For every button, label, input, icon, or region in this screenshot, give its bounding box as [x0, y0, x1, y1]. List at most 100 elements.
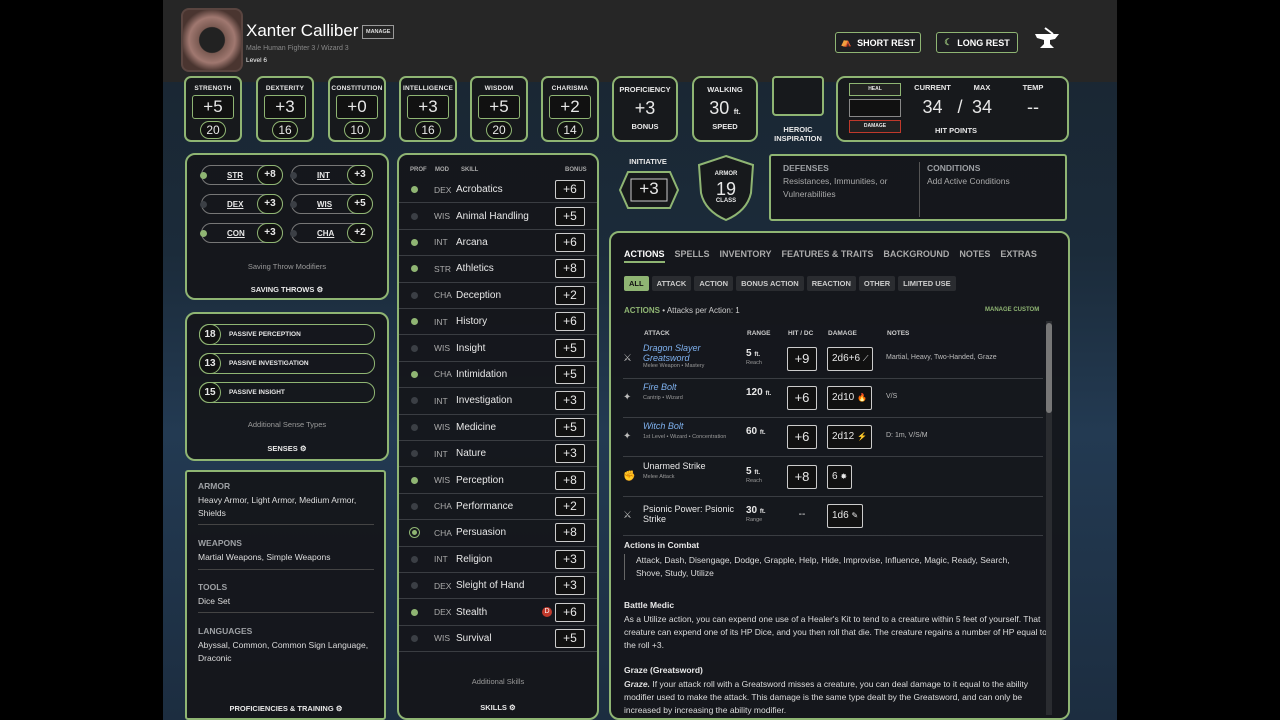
skill-history[interactable]: INT History +6: [399, 309, 597, 336]
skill-sleight-of-hand[interactable]: DEX Sleight of Hand +3: [399, 573, 597, 600]
skill-persuasion[interactable]: CHA Persuasion +8: [399, 520, 597, 547]
ability-constitution[interactable]: CONSTITUTION +0 10: [328, 76, 386, 142]
ability-dexterity[interactable]: DEXTERITY +3 16: [256, 76, 314, 142]
scrollbar[interactable]: [1046, 321, 1052, 715]
tab-extras[interactable]: EXTRAS: [1000, 249, 1037, 259]
proficiency-dot: [411, 212, 418, 220]
damage-button[interactable]: 2d12 ⚡: [827, 425, 872, 450]
hp-temp[interactable]: --: [1013, 97, 1053, 118]
defenses-text[interactable]: Resistances, Immunities, or Vulnerabilit…: [783, 175, 908, 201]
gear-icon[interactable]: ⚙: [316, 285, 323, 294]
long-rest-button[interactable]: ☾ LONG REST: [936, 32, 1018, 53]
damage-button[interactable]: 2d10 🔥: [827, 386, 872, 411]
proficiency-dot: [290, 200, 297, 208]
skill-intimidation[interactable]: CHA Intimidation +5: [399, 362, 597, 389]
sense-item[interactable]: 13 PASSIVE INVESTIGATION: [199, 353, 375, 374]
save-con[interactable]: CON +3: [200, 223, 283, 243]
attack-name[interactable]: Witch Bolt: [643, 421, 743, 431]
attack-name[interactable]: Psionic Power: Psionic Strike: [643, 504, 743, 524]
to-hit-button[interactable]: +9: [787, 347, 817, 371]
senses-title[interactable]: SENSES ⚙: [187, 444, 387, 453]
skill-perception[interactable]: WIS Perception +8: [399, 467, 597, 494]
anvil-icon[interactable]: [1031, 26, 1063, 54]
tab-actions[interactable]: ACTIONS: [624, 249, 665, 263]
tab-background[interactable]: BACKGROUND: [883, 249, 949, 259]
manage-button[interactable]: MANAGE: [362, 25, 395, 39]
attack-row[interactable]: ✦ Witch Bolt 1st Level • Wizard • Concen…: [623, 418, 1043, 458]
skill-deception[interactable]: CHA Deception +2: [399, 283, 597, 309]
ability-wisdom[interactable]: WISDOM +5 20: [470, 76, 528, 142]
save-str[interactable]: STR +8: [200, 165, 283, 185]
avatar[interactable]: [181, 8, 243, 72]
ability-charisma[interactable]: CHARISMA +2 14: [541, 76, 599, 142]
to-hit-button[interactable]: +6: [787, 386, 817, 411]
sense-item[interactable]: 15 PASSIVE INSIGHT: [199, 382, 375, 403]
gear-icon[interactable]: ⚙: [509, 703, 516, 712]
damage-button[interactable]: 1d6 ✎: [827, 503, 864, 528]
short-rest-button[interactable]: ⛺ SHORT REST: [835, 32, 921, 53]
attack-name[interactable]: Unarmed Strike: [643, 461, 743, 471]
attack-row[interactable]: ✊ Unarmed Strike Melee Attack 5 ft. Reac…: [623, 458, 1043, 497]
hp-current: 34: [922, 97, 943, 117]
tab-features-traits[interactable]: FEATURES & TRAITS: [782, 249, 874, 259]
tab-notes[interactable]: NOTES: [959, 249, 990, 259]
hp-change-input[interactable]: [849, 99, 901, 117]
filter-limited-use[interactable]: LIMITED USE: [898, 276, 956, 291]
skill-nature[interactable]: INT Nature +3: [399, 441, 597, 468]
skill-survival[interactable]: WIS Survival +5: [399, 626, 597, 653]
to-hit-button[interactable]: +8: [787, 464, 817, 489]
to-hit-button[interactable]: +6: [787, 425, 817, 450]
fist-icon: ✊: [623, 470, 636, 482]
skill-stealth[interactable]: DEX Stealth D +6: [399, 599, 597, 626]
proficiency-dot: [411, 502, 418, 510]
attack-row[interactable]: ✦ Fire Bolt Cantrip • Wizard 120 ft. +6 …: [623, 379, 1043, 419]
skill-animal-handling[interactable]: WIS Animal Handling +5: [399, 203, 597, 230]
save-wis[interactable]: WIS +5: [290, 194, 373, 214]
filter-reaction[interactable]: REACTION: [806, 276, 856, 291]
gear-icon[interactable]: ⚙: [300, 444, 307, 453]
proficiency-dot: [411, 186, 418, 194]
damage-button[interactable]: 6 ✸: [827, 464, 853, 489]
damage-button[interactable]: DAMAGE: [849, 120, 901, 133]
save-int[interactable]: INT +3: [290, 165, 373, 185]
attack-name[interactable]: Fire Bolt: [643, 382, 743, 392]
skill-investigation[interactable]: INT Investigation +3: [399, 388, 597, 415]
proficiency-dot: [200, 171, 207, 179]
sense-item[interactable]: 18 PASSIVE PERCEPTION: [199, 324, 375, 345]
filter-bonus-action[interactable]: BONUS ACTION: [736, 276, 804, 291]
skill-acrobatics[interactable]: DEX Acrobatics +6: [399, 177, 597, 204]
conditions-text[interactable]: Add Active Conditions: [927, 175, 1010, 188]
heroic-inspiration-toggle[interactable]: [772, 76, 824, 116]
skill-medicine[interactable]: WIS Medicine +5: [399, 415, 597, 441]
gear-icon[interactable]: ⚙: [336, 704, 343, 713]
tab-spells[interactable]: SPELLS: [675, 249, 710, 259]
filter-action[interactable]: ACTION: [694, 276, 734, 291]
proficiencies-title[interactable]: PROFICIENCIES & TRAINING ⚙: [187, 704, 385, 713]
scrollbar-thumb[interactable]: [1046, 323, 1052, 413]
manage-custom-link[interactable]: MANAGE CUSTOM: [985, 307, 1039, 313]
save-cha[interactable]: CHA +2: [290, 223, 373, 243]
attack-row[interactable]: ⚔ Psionic Power: Psionic Strike 30 ft. R…: [623, 497, 1043, 536]
attack-name[interactable]: Dragon Slayer Greatsword: [643, 343, 743, 363]
filter-all[interactable]: ALL: [624, 276, 649, 291]
initiative-box[interactable]: +3: [618, 170, 680, 210]
graze-title: Graze (Greatsword): [624, 665, 703, 675]
skill-arcana[interactable]: INT Arcana +6: [399, 230, 597, 257]
filter-other[interactable]: OTHER: [858, 276, 896, 291]
skill-performance[interactable]: CHA Performance +2: [399, 494, 597, 521]
skill-insight[interactable]: WIS Insight +5: [399, 335, 597, 362]
ability-strength[interactable]: STRENGTH +5 20: [184, 76, 242, 142]
saving-throws-title[interactable]: SAVING THROWS ⚙: [187, 285, 387, 294]
heal-button[interactable]: HEAL: [849, 83, 901, 96]
skills-title[interactable]: SKILLS ⚙: [399, 703, 597, 712]
skill-religion[interactable]: INT Religion +3: [399, 547, 597, 573]
tab-inventory[interactable]: INVENTORY: [720, 249, 772, 259]
filter-attack[interactable]: ATTACK: [651, 276, 692, 291]
damage-button[interactable]: 2d6+6 ⟋: [827, 347, 874, 371]
save-dex[interactable]: DEX +3: [200, 194, 283, 214]
attack-row[interactable]: ⚔ Dragon Slayer Greatsword Melee Weapon …: [623, 340, 1043, 379]
proficiency-dot: [290, 229, 297, 237]
ability-intelligence[interactable]: INTELLIGENCE +3 16: [399, 76, 457, 142]
to-hit-button[interactable]: --: [787, 504, 817, 528]
skill-athletics[interactable]: STR Athletics +8: [399, 256, 597, 283]
